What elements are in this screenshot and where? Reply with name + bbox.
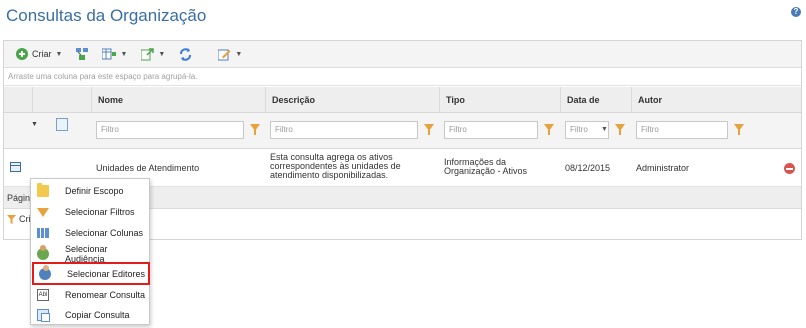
funnel-icon [7, 214, 16, 224]
column-header-tipo[interactable]: Tipo [439, 87, 560, 113]
filter-icon[interactable] [250, 124, 260, 135]
row-name: Unidades de Atendimento [96, 163, 200, 173]
row-author: Administrator [636, 163, 690, 173]
grid-toolbar: Criar ▼ ▼ ▼ ▼ [4, 41, 801, 68]
column-header-data[interactable]: Data de Atualização [560, 87, 631, 131]
group-icon [102, 48, 117, 60]
rename-icon: Abl [37, 288, 49, 301]
chevron-down-icon: ▼ [55, 50, 63, 58]
group-button[interactable]: ▼ [98, 45, 131, 63]
menu-item-selecionar-audiencia[interactable]: Selecionar Audiência [31, 243, 149, 264]
filter-cell-data: Filtro ▼ [565, 121, 629, 139]
filter-input-autor[interactable]: Filtro [636, 121, 728, 139]
audience-icon [37, 244, 49, 260]
menu-item-definir-escopo[interactable]: Definir Escopo [31, 180, 149, 201]
row-type: Informações da Organização - Ativos [444, 157, 528, 176]
folder-icon [37, 182, 49, 197]
menu-item-label: Copiar Consulta [65, 309, 130, 320]
columns-button[interactable] [72, 45, 92, 63]
menu-item-copiar-consulta[interactable]: Copiar Consulta [31, 304, 149, 325]
filter-icon[interactable] [615, 124, 625, 135]
filter-cell-descricao: Filtro [270, 121, 435, 139]
export-button[interactable]: ▼ [137, 45, 169, 63]
chevron-down-icon: ▼ [158, 50, 166, 58]
edit-icon [218, 49, 231, 60]
refresh-icon [180, 47, 192, 61]
menu-item-selecionar-editores[interactable]: Selecionar Editores [32, 262, 150, 285]
filter-input-tipo[interactable]: Filtro [444, 121, 538, 139]
group-drop-hint[interactable]: Arraste uma coluna para este espaço para… [4, 68, 801, 86]
chevron-down-icon: ▼ [235, 50, 243, 58]
row-context-menu: Definir Escopo Selecionar Filtros Seleci… [30, 178, 150, 325]
create-button[interactable]: Criar ▼ [12, 45, 66, 63]
menu-item-label: Selecionar Audiência [65, 243, 108, 264]
filter-icon[interactable] [544, 124, 554, 135]
menu-item-label: Selecionar Filtros [65, 206, 135, 217]
column-header-spacer [32, 87, 91, 113]
chevron-down-icon[interactable]: ▼ [601, 126, 608, 133]
column-header-nome[interactable]: Nome [91, 87, 265, 113]
row-date: 08/12/2015 [565, 163, 611, 173]
table-view-icon[interactable] [10, 162, 21, 172]
edit-button[interactable]: ▼ [214, 45, 246, 63]
menu-item-renomear-consulta[interactable]: Abl Renomear Consulta [31, 284, 149, 305]
plus-icon [16, 48, 28, 60]
chevron-down-icon: ▼ [120, 50, 128, 58]
page-title: Consultas da Organização [6, 6, 207, 25]
filter-row: Filtro Filtro Filtro Filtro ▼ Filtro [4, 113, 801, 149]
filter-icon[interactable] [424, 124, 434, 135]
menu-item-label: Renomear Consulta [65, 289, 146, 300]
filter-input-nome[interactable]: Filtro [96, 121, 244, 139]
filter-input-descricao[interactable]: Filtro [270, 121, 418, 139]
copy-icon [37, 308, 50, 322]
filter-cell-nome: Filtro [96, 121, 261, 139]
editors-icon [39, 264, 51, 280]
refresh-button[interactable] [175, 45, 196, 63]
row-actions-dropdown[interactable]: ▼ [31, 121, 38, 128]
column-header-spacer [4, 87, 32, 113]
menu-item-selecionar-filtros[interactable]: Selecionar Filtros [31, 201, 149, 222]
filter-cell-tipo: Filtro [444, 121, 556, 139]
menu-item-selecionar-colunas[interactable]: Selecionar Colunas [31, 222, 149, 243]
menu-item-label: Selecionar Editores [67, 268, 146, 279]
row-edit-icon[interactable] [56, 118, 68, 131]
menu-item-label: Selecionar Colunas [65, 227, 144, 238]
columns-icon [76, 48, 89, 60]
pager-label: Págin [7, 193, 31, 203]
create-label: Criar [32, 49, 52, 59]
column-header-autor[interactable]: Autor [631, 87, 802, 113]
column-header-descricao[interactable]: Descrição [265, 87, 439, 113]
columns-icon [37, 227, 49, 238]
delete-icon[interactable] [784, 163, 795, 174]
filter-icon[interactable] [734, 124, 744, 135]
row-description: Esta consulta agrega os ativos correspon… [270, 152, 401, 180]
help-icon[interactable]: ? [791, 7, 801, 17]
export-icon [141, 47, 155, 60]
filter-cell-autor: Filtro [636, 121, 766, 139]
column-header-row: Nome Descrição Tipo Data de Atualização … [4, 87, 802, 131]
funnel-icon [37, 208, 49, 217]
menu-item-label: Definir Escopo [65, 185, 124, 196]
